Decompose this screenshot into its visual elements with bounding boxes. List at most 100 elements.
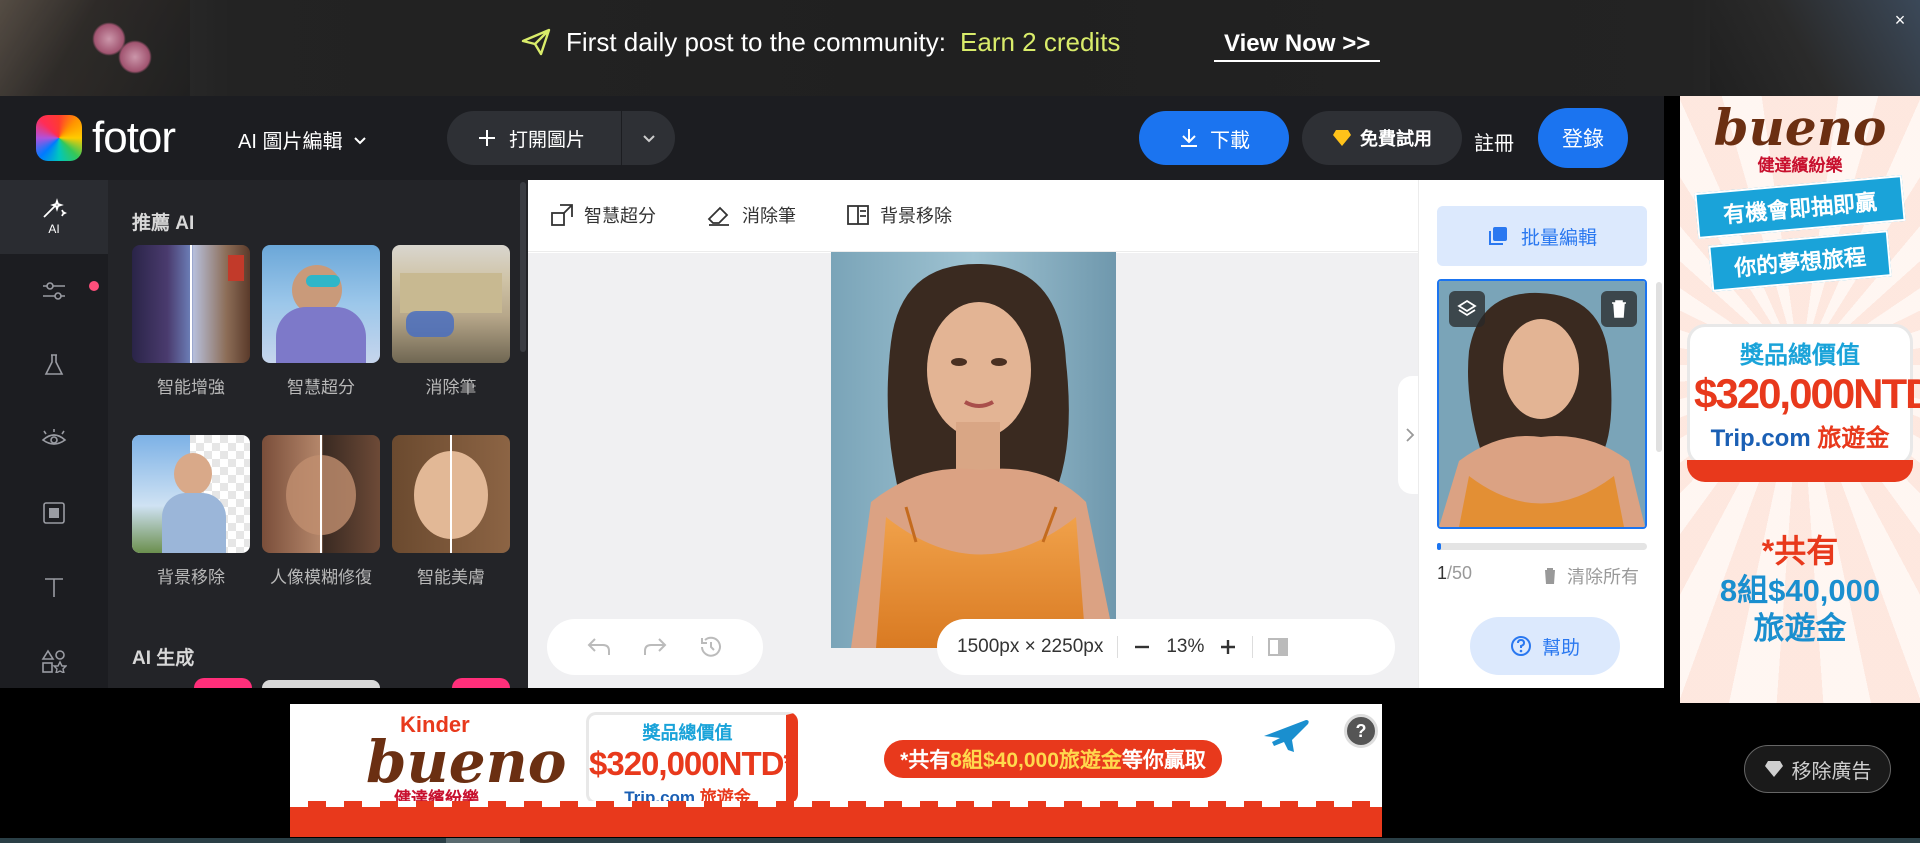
image-thumbnail-card[interactable] bbox=[1437, 279, 1647, 529]
upscale-icon bbox=[551, 204, 573, 226]
bottom-edge bbox=[0, 838, 1920, 843]
trash-icon bbox=[1612, 300, 1626, 318]
new-badge bbox=[194, 678, 252, 688]
rail-item-frames[interactable] bbox=[0, 476, 108, 550]
canvas-photo[interactable] bbox=[831, 252, 1116, 648]
notification-dot bbox=[89, 281, 99, 291]
promo-photo-left bbox=[0, 0, 190, 96]
eraser-tool-button[interactable]: 消除筆 bbox=[706, 202, 796, 228]
rail-item-elements[interactable] bbox=[0, 624, 108, 688]
ad-prize-partner: Trip.com 旅遊金 bbox=[1694, 418, 1906, 453]
tool-portrait-deblur[interactable]: 人像模糊修復 bbox=[262, 435, 380, 588]
ad-pill-suffix: 等你贏取 bbox=[1121, 749, 1206, 772]
layers-icon bbox=[1457, 299, 1477, 317]
tool-name: 智能美膚 bbox=[417, 568, 485, 587]
canvas-toolbar: 智慧超分 消除筆 背景移除 bbox=[528, 180, 1418, 252]
close-icon[interactable]: × bbox=[1890, 10, 1910, 30]
register-link[interactable]: 註冊 bbox=[1474, 127, 1514, 156]
help-button[interactable]: 幫助 bbox=[1470, 617, 1620, 675]
bg-remove-tool-button[interactable]: 背景移除 bbox=[846, 202, 952, 228]
tools-scrollbar[interactable] bbox=[520, 182, 526, 352]
tool-name: 背景移除 bbox=[157, 568, 225, 587]
chevron-right-icon bbox=[1406, 428, 1415, 442]
rail-item-effects[interactable] bbox=[0, 328, 108, 402]
page: First daily post to the community: Earn … bbox=[0, 0, 1920, 843]
ad-decoration bbox=[290, 807, 1382, 837]
count-total: /50 bbox=[1447, 563, 1473, 583]
bottom-banner-ad[interactable]: Kinder bueno 健達繽紛樂 獎品總價值 $320,000NTD* Tr… bbox=[290, 704, 1382, 837]
tool-thumbnail bbox=[262, 245, 380, 363]
zoom-level[interactable]: 13% bbox=[1166, 636, 1204, 658]
diamond-icon bbox=[1764, 761, 1783, 777]
promo-message: First daily post to the community: Earn … bbox=[520, 26, 1120, 58]
upscale-tool-button[interactable]: 智慧超分 bbox=[550, 202, 656, 228]
mode-dropdown[interactable]: AI 圖片編輯 bbox=[238, 125, 368, 154]
count-current: 1 bbox=[1437, 563, 1448, 583]
text-icon bbox=[45, 578, 63, 597]
zoom-out-icon[interactable] bbox=[1132, 637, 1152, 657]
trash-icon bbox=[1543, 568, 1557, 584]
fotor-logo[interactable]: fotor bbox=[36, 113, 176, 162]
promo-text: First daily post to the community: bbox=[566, 26, 947, 57]
tool-smart-enhance[interactable]: 智能增強 bbox=[132, 245, 250, 398]
ad-prize-title: 獎品總價值 bbox=[642, 723, 733, 743]
section-title-recommended: 推薦 AI bbox=[132, 213, 195, 234]
ad-prize-title: 獎品總價值 bbox=[1740, 342, 1860, 369]
rail-item-ai[interactable]: AI bbox=[0, 180, 108, 254]
ad-brand: bueno bbox=[1713, 98, 1887, 157]
batch-edit-label: 批量編輯 bbox=[1520, 227, 1597, 249]
tool-smart-upscale[interactable]: 智慧超分 bbox=[262, 245, 380, 398]
open-image-label: 打開圖片 bbox=[509, 129, 586, 151]
remove-ads-label: 移除廣告 bbox=[1791, 760, 1872, 783]
tool-name: 人像模糊修復 bbox=[270, 568, 372, 587]
ad-info-button[interactable]: ? bbox=[1344, 714, 1378, 748]
ad-brand-sub: 健達繽紛樂 bbox=[1757, 156, 1843, 175]
clear-all-button[interactable]: 清除所有 bbox=[1541, 563, 1639, 589]
open-options-button[interactable] bbox=[622, 111, 675, 165]
progress-fill bbox=[1437, 543, 1442, 550]
sidebar-ad[interactable]: bueno 健達繽紛樂 有機會即抽即贏 你的夢想旅程 獎品總價值 $320,00… bbox=[1680, 96, 1920, 703]
remove-ads-button[interactable]: 移除廣告 bbox=[1744, 745, 1891, 793]
undo-icon[interactable] bbox=[586, 636, 612, 658]
panel-scrollbar[interactable] bbox=[1656, 282, 1662, 452]
login-button[interactable]: 登錄 bbox=[1538, 108, 1628, 168]
image-count: 1/50 bbox=[1437, 563, 1472, 584]
download-button[interactable]: 下載 bbox=[1139, 111, 1289, 165]
flower-decoration bbox=[118, 40, 152, 74]
tool-bg-remove[interactable]: 背景移除 bbox=[132, 435, 250, 588]
bg-remove-icon bbox=[847, 205, 869, 225]
batch-edit-button[interactable]: 批量編輯 bbox=[1437, 206, 1647, 266]
divider bbox=[1252, 636, 1254, 658]
rail-item-adjust[interactable] bbox=[0, 254, 108, 328]
tool-label: 智慧超分 bbox=[584, 206, 656, 226]
zoom-in-icon[interactable] bbox=[1218, 637, 1238, 657]
tool-smart-beauty[interactable]: 智能美膚 bbox=[392, 435, 510, 588]
portrait-photo bbox=[831, 252, 1116, 648]
ad-line: 旅遊金 bbox=[1753, 611, 1847, 646]
rail-item-beauty[interactable] bbox=[0, 402, 108, 476]
ad-prize-box: 獎品總價值 $320,000NTD* Trip.com 旅遊金 bbox=[1687, 324, 1920, 466]
tool-eraser[interactable]: 消除筆 bbox=[392, 245, 510, 398]
redo-icon[interactable] bbox=[642, 636, 668, 658]
scroll-tab[interactable] bbox=[446, 838, 520, 843]
history-icon[interactable] bbox=[698, 635, 724, 659]
tool-name: 消除筆 bbox=[425, 378, 477, 397]
layers-button[interactable] bbox=[1449, 291, 1485, 327]
tool-thumbnail-partial bbox=[262, 680, 380, 688]
ad-prize-amount: $320,000NTD* bbox=[589, 745, 796, 782]
plus-icon bbox=[479, 130, 495, 146]
clear-all-label: 清除所有 bbox=[1567, 567, 1639, 587]
promo-accent: Earn 2 credits bbox=[960, 26, 1121, 57]
open-image-button[interactable]: 打開圖片 bbox=[447, 111, 621, 165]
compare-icon[interactable] bbox=[1267, 637, 1289, 657]
open-image-group: 打開圖片 bbox=[447, 111, 675, 165]
tool-name: 智慧超分 bbox=[287, 378, 355, 397]
ai-wand-icon bbox=[43, 198, 67, 218]
view-now-link[interactable]: View Now >> bbox=[1214, 30, 1381, 62]
delete-image-button[interactable] bbox=[1601, 291, 1637, 327]
eye-icon bbox=[41, 429, 67, 445]
rail-item-text[interactable] bbox=[0, 550, 108, 624]
free-trial-button[interactable]: 免費試用 bbox=[1302, 111, 1462, 165]
tool-label: 背景移除 bbox=[880, 206, 952, 226]
logo-text: fotor bbox=[92, 113, 176, 162]
